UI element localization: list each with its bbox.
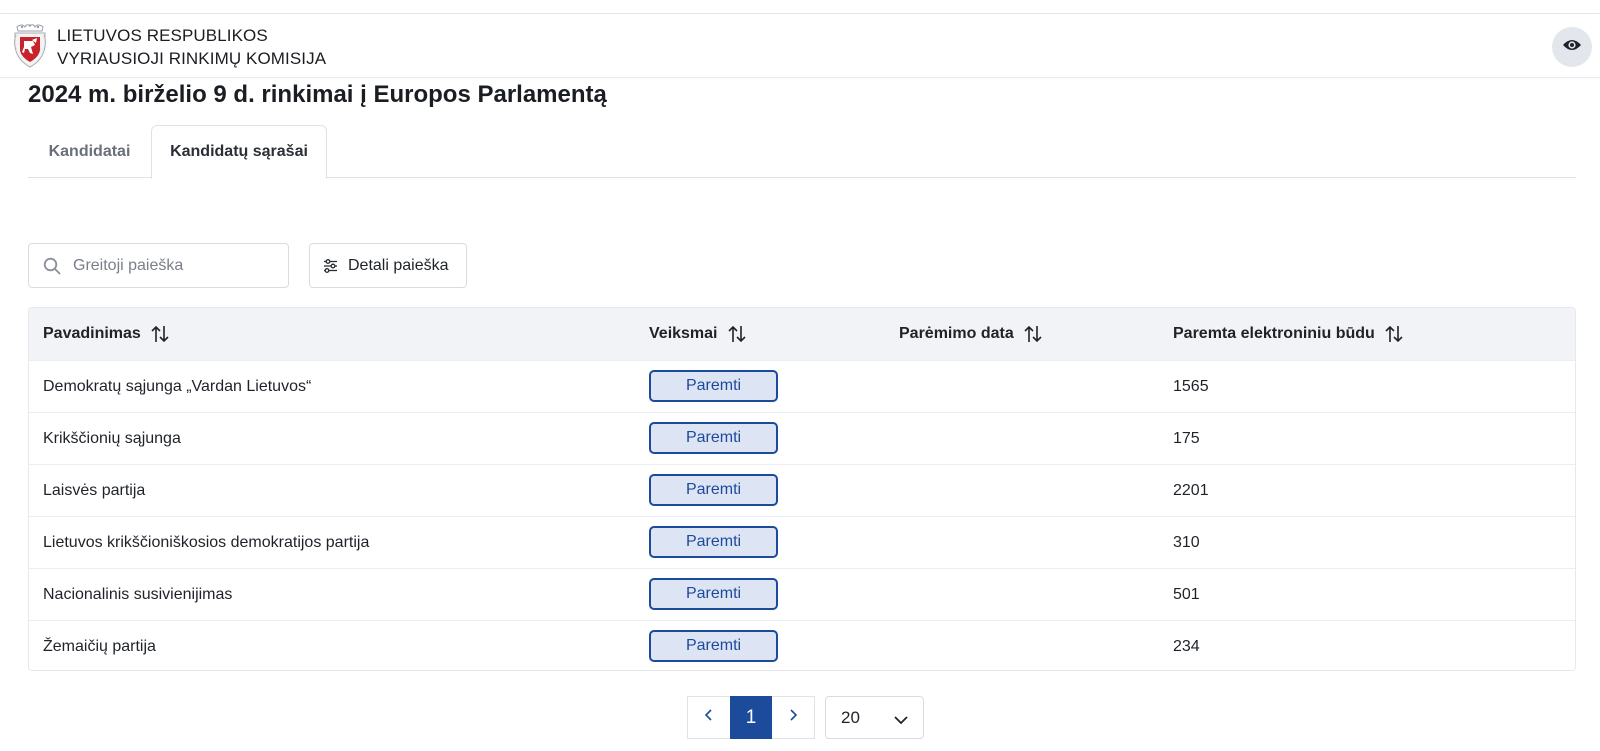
app-window: LIETUVOS RESPUBLIKOS VYRIAUSIOJI RINKIMŲ…	[0, 0, 1600, 751]
table-row: Žemaičių partija Paremti 234	[29, 620, 1575, 670]
list-name: Lietuvos krikščioniškosios demokratijos …	[43, 533, 370, 551]
column-header-actions[interactable]: Veiksmai	[649, 308, 747, 360]
support-button[interactable]: Paremti	[649, 474, 778, 506]
electronic-support-count: 1565	[1173, 377, 1209, 395]
organization-name[interactable]: LIETUVOS RESPUBLIKOS VYRIAUSIOJI RINKIMŲ…	[57, 24, 326, 70]
pagination-current-page[interactable]: 1	[730, 696, 772, 739]
organization-name-line2: VYRIAUSIOJI RINKIMŲ KOMISIJA	[57, 49, 327, 68]
quick-search-input[interactable]	[73, 244, 283, 287]
pagination-next-button[interactable]	[772, 696, 815, 739]
tab-kandidatai[interactable]: Kandidatai	[28, 125, 151, 178]
chevron-down-icon	[893, 711, 909, 731]
detailed-search-button[interactable]: Detali paieška	[309, 243, 467, 288]
table-row: Lietuvos krikščioniškosios demokratijos …	[29, 516, 1575, 568]
table-header-row: Pavadinimas Veiksmai Parėmimo data Parem…	[29, 308, 1575, 360]
table-row: Laisvės partija Paremti 2201	[29, 464, 1575, 516]
column-header-name[interactable]: Pavadinimas	[43, 308, 170, 360]
organization-name-line1: LIETUVOS RESPUBLIKOS	[57, 26, 268, 45]
electronic-support-count: 2201	[1173, 481, 1209, 499]
sort-icon	[727, 324, 747, 344]
electronic-support-count: 310	[1173, 533, 1200, 551]
electronic-support-count: 501	[1173, 585, 1200, 603]
support-button[interactable]: Paremti	[649, 578, 778, 610]
coat-of-arms-icon[interactable]	[13, 23, 47, 69]
page-size-value: 20	[841, 707, 860, 727]
support-button[interactable]: Paremti	[649, 370, 778, 402]
support-button[interactable]: Paremti	[649, 526, 778, 558]
filter-sliders-icon	[323, 258, 338, 273]
column-header-support-date[interactable]: Parėmimo data	[899, 308, 1043, 360]
tab-kandidatu-sarasai[interactable]: Kandidatų sąrašai	[151, 125, 327, 179]
list-name: Krikščionių sąjunga	[43, 429, 181, 447]
list-name: Žemaičių partija	[43, 637, 156, 655]
visibility-toggle-button[interactable]	[1552, 27, 1592, 67]
support-button[interactable]: Paremti	[649, 422, 778, 454]
eye-icon	[1562, 38, 1582, 57]
table-row: Nacionalinis susivienijimas Paremti 501	[29, 568, 1575, 620]
chevron-right-icon	[788, 708, 798, 727]
sort-icon	[1384, 324, 1404, 344]
site-header: LIETUVOS RESPUBLIKOS VYRIAUSIOJI RINKIMŲ…	[0, 14, 1600, 78]
detailed-search-label: Detali paieška	[348, 256, 449, 274]
sort-icon	[1023, 324, 1043, 344]
pagination-prev-button[interactable]	[687, 696, 730, 739]
sort-icon	[150, 324, 170, 344]
page-size-select[interactable]: 20	[825, 696, 924, 739]
electronic-support-count: 175	[1173, 429, 1200, 447]
list-name: Nacionalinis susivienijimas	[43, 585, 233, 603]
table-row: Demokratų sąjunga „Vardan Lietuvos“ Pare…	[29, 360, 1575, 412]
chevron-left-icon	[704, 708, 714, 727]
search-icon	[43, 257, 61, 280]
support-button[interactable]: Paremti	[649, 630, 778, 662]
list-name: Laisvės partija	[43, 481, 146, 499]
tab-bar: Kandidatai Kandidatų sąrašai	[28, 125, 1576, 179]
quick-search-field[interactable]	[28, 243, 289, 288]
candidate-lists-table: Pavadinimas Veiksmai Parėmimo data Parem…	[28, 307, 1576, 671]
table-row: Krikščionių sąjunga Paremti 175	[29, 412, 1575, 464]
list-name: Demokratų sąjunga „Vardan Lietuvos“	[43, 377, 312, 395]
page-title: 2024 m. birželio 9 d. rinkimai į Europos…	[28, 81, 607, 108]
column-header-electronic-support[interactable]: Paremta elektroniniu būdu	[1173, 308, 1404, 360]
electronic-support-count: 234	[1173, 637, 1200, 655]
